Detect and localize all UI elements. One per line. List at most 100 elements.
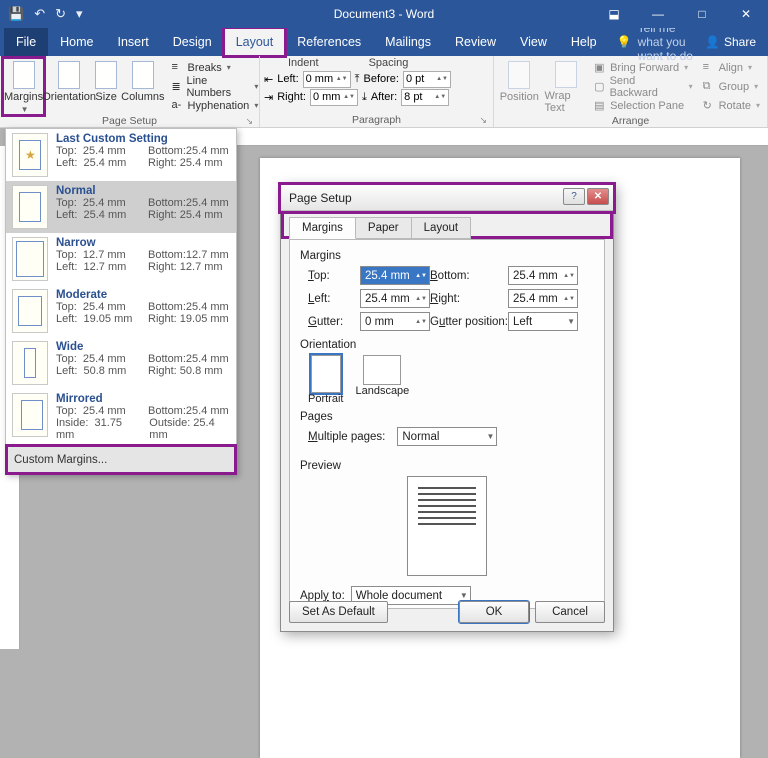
dialog-tab-paper[interactable]: Paper xyxy=(355,217,412,239)
align-button[interactable]: ≡Align▾ xyxy=(700,59,763,76)
spacing-before-input[interactable]: 0 pt▲▼ xyxy=(403,71,451,88)
send-backward-button[interactable]: ▢Send Backward▾ xyxy=(591,78,695,95)
minimize-button[interactable]: — xyxy=(636,0,680,28)
breaks-icon: ≡ xyxy=(172,61,185,74)
breaks-button[interactable]: ≡Breaks▾ xyxy=(169,59,262,76)
preset-title: Normal xyxy=(56,185,230,197)
tab-layout[interactable]: Layout xyxy=(224,28,286,56)
left-label: Left: xyxy=(308,293,360,305)
set-as-default-button[interactable]: Set As Default xyxy=(289,601,388,623)
selection-pane-button[interactable]: ▤Selection Pane xyxy=(591,97,695,114)
dialog-help-button[interactable]: ? xyxy=(563,188,585,205)
page-setup-group-label: Page Setup↘ xyxy=(4,114,255,128)
columns-button[interactable]: Columns xyxy=(121,59,164,114)
line-numbers-button[interactable]: ≣Line Numbers▾ xyxy=(169,78,262,95)
margins-preset-icon xyxy=(12,393,48,437)
size-button[interactable]: Size xyxy=(95,59,117,114)
redo-icon[interactable]: ↻ xyxy=(55,6,66,22)
indent-right-input[interactable]: 0 mm▲▼ xyxy=(310,89,358,106)
left-input[interactable]: 25.4 mm▲▼ xyxy=(360,289,430,308)
margins-button[interactable]: Margins ▼ xyxy=(4,59,43,114)
gutter-label: Gutter: xyxy=(308,316,360,328)
dialog-tab-margins[interactable]: Margins xyxy=(289,217,356,239)
ok-button[interactable]: OK xyxy=(459,601,529,623)
margins-preset-normal[interactable]: NormalTop: 25.4 mmBottom:25.4 mmLeft: 25… xyxy=(6,181,236,233)
tell-me-search[interactable]: 💡 Tell me what you want to do xyxy=(617,28,693,56)
tab-design[interactable]: Design xyxy=(161,28,224,56)
landscape-button[interactable]: Landscape xyxy=(355,355,409,405)
indent-left-input[interactable]: 0 mm▲▼ xyxy=(303,71,351,88)
spacing-after-input[interactable]: 8 pt▲▼ xyxy=(401,89,449,106)
align-icon: ≡ xyxy=(703,61,716,74)
wrap-text-icon xyxy=(555,61,577,88)
preview-section-label: Preview xyxy=(300,460,594,472)
margins-preset-moderate[interactable]: ModerateTop: 25.4 mmBottom:25.4 mmLeft: … xyxy=(6,285,236,337)
preset-title: Mirrored xyxy=(56,393,230,405)
maximize-button[interactable]: □ xyxy=(680,0,724,28)
hyphenation-icon: a- xyxy=(172,99,185,112)
top-input[interactable]: 25.4 mm▲▼ xyxy=(360,266,430,285)
top-label: Top: xyxy=(308,270,360,282)
landscape-icon xyxy=(363,355,401,385)
tab-insert[interactable]: Insert xyxy=(106,28,161,56)
portrait-button[interactable]: Portrait xyxy=(308,355,343,405)
cancel-button[interactable]: Cancel xyxy=(535,601,605,623)
dialog-tab-layout[interactable]: Layout xyxy=(411,217,472,239)
preset-title: Wide xyxy=(56,341,230,353)
tab-references[interactable]: References xyxy=(285,28,373,56)
margins-preset-mirrored[interactable]: MirroredTop: 25.4 mmBottom:25.4 mmInside… xyxy=(6,389,236,445)
tab-view[interactable]: View xyxy=(508,28,559,56)
custom-margins-item[interactable]: Custom Margins... xyxy=(6,445,236,474)
group-icon: ⧉ xyxy=(703,80,716,93)
save-icon[interactable]: 💾 xyxy=(8,6,24,22)
tab-help[interactable]: Help xyxy=(559,28,609,56)
margins-preset-narrow[interactable]: NarrowTop: 12.7 mmBottom:12.7 mmLeft: 12… xyxy=(6,233,236,285)
bottom-label: Bottom: xyxy=(430,270,508,282)
page-setup-launcher[interactable]: ↘ xyxy=(245,116,253,127)
arrange-group-label: Arrange xyxy=(498,114,763,128)
orientation-button[interactable]: Orientation xyxy=(47,59,91,114)
send-backward-icon: ▢ xyxy=(594,80,606,93)
wrap-text-button[interactable]: Wrap Text xyxy=(545,59,588,114)
spacing-label: Spacing xyxy=(369,57,409,69)
margins-preset-last[interactable]: Last Custom SettingTop: 25.4 mmBottom:25… xyxy=(6,129,236,181)
indent-label: Indent xyxy=(288,57,319,69)
tab-review[interactable]: Review xyxy=(443,28,508,56)
ribbon-display-options-icon[interactable]: ⬓ xyxy=(592,0,636,28)
right-input[interactable]: 25.4 mm▲▼ xyxy=(508,289,578,308)
group-button[interactable]: ⧉Group▾ xyxy=(700,78,763,95)
columns-icon xyxy=(132,61,154,89)
bring-forward-button[interactable]: ▣Bring Forward▾ xyxy=(591,59,695,76)
margins-preset-wide[interactable]: WideTop: 25.4 mmBottom:25.4 mmLeft: 50.8… xyxy=(6,337,236,389)
portrait-icon xyxy=(311,355,341,393)
position-button[interactable]: Position xyxy=(498,59,541,114)
undo-icon[interactable]: ↶ xyxy=(34,6,45,22)
orientation-icon xyxy=(58,61,80,89)
bottom-input[interactable]: 25.4 mm▲▼ xyxy=(508,266,578,285)
margins-preset-icon xyxy=(12,185,48,229)
multiple-pages-select[interactable]: Normal▼ xyxy=(397,427,497,446)
dialog-titlebar[interactable]: Page Setup ? ✕ xyxy=(281,185,613,211)
close-button[interactable]: ✕ xyxy=(724,0,768,28)
rotate-button[interactable]: ↻Rotate▾ xyxy=(700,97,763,114)
tab-home[interactable]: Home xyxy=(48,28,105,56)
tab-mailings[interactable]: Mailings xyxy=(373,28,443,56)
margins-preset-icon xyxy=(12,289,48,333)
share-button[interactable]: 👤 Share xyxy=(693,28,768,56)
size-icon xyxy=(95,61,117,89)
bulb-icon: 💡 xyxy=(617,35,632,49)
right-label: Right: xyxy=(430,293,508,305)
tab-file[interactable]: File xyxy=(4,28,48,56)
share-icon: 👤 xyxy=(705,35,720,49)
gutter-input[interactable]: 0 mm▲▼ xyxy=(360,312,430,331)
orientation-section-label: Orientation xyxy=(300,339,594,351)
paragraph-launcher[interactable]: ↘ xyxy=(479,115,487,126)
qat-customize-icon[interactable]: ▾ xyxy=(76,6,83,22)
bring-forward-icon: ▣ xyxy=(594,61,607,74)
dialog-close-button[interactable]: ✕ xyxy=(587,188,609,205)
hyphenation-button[interactable]: a-Hyphenation▾ xyxy=(169,97,262,114)
rotate-icon: ↻ xyxy=(703,99,716,112)
gutter-pos-select[interactable]: Left▼ xyxy=(508,312,578,331)
preview-graphic xyxy=(407,476,487,576)
margins-dropdown-panel: Last Custom SettingTop: 25.4 mmBottom:25… xyxy=(5,128,237,475)
